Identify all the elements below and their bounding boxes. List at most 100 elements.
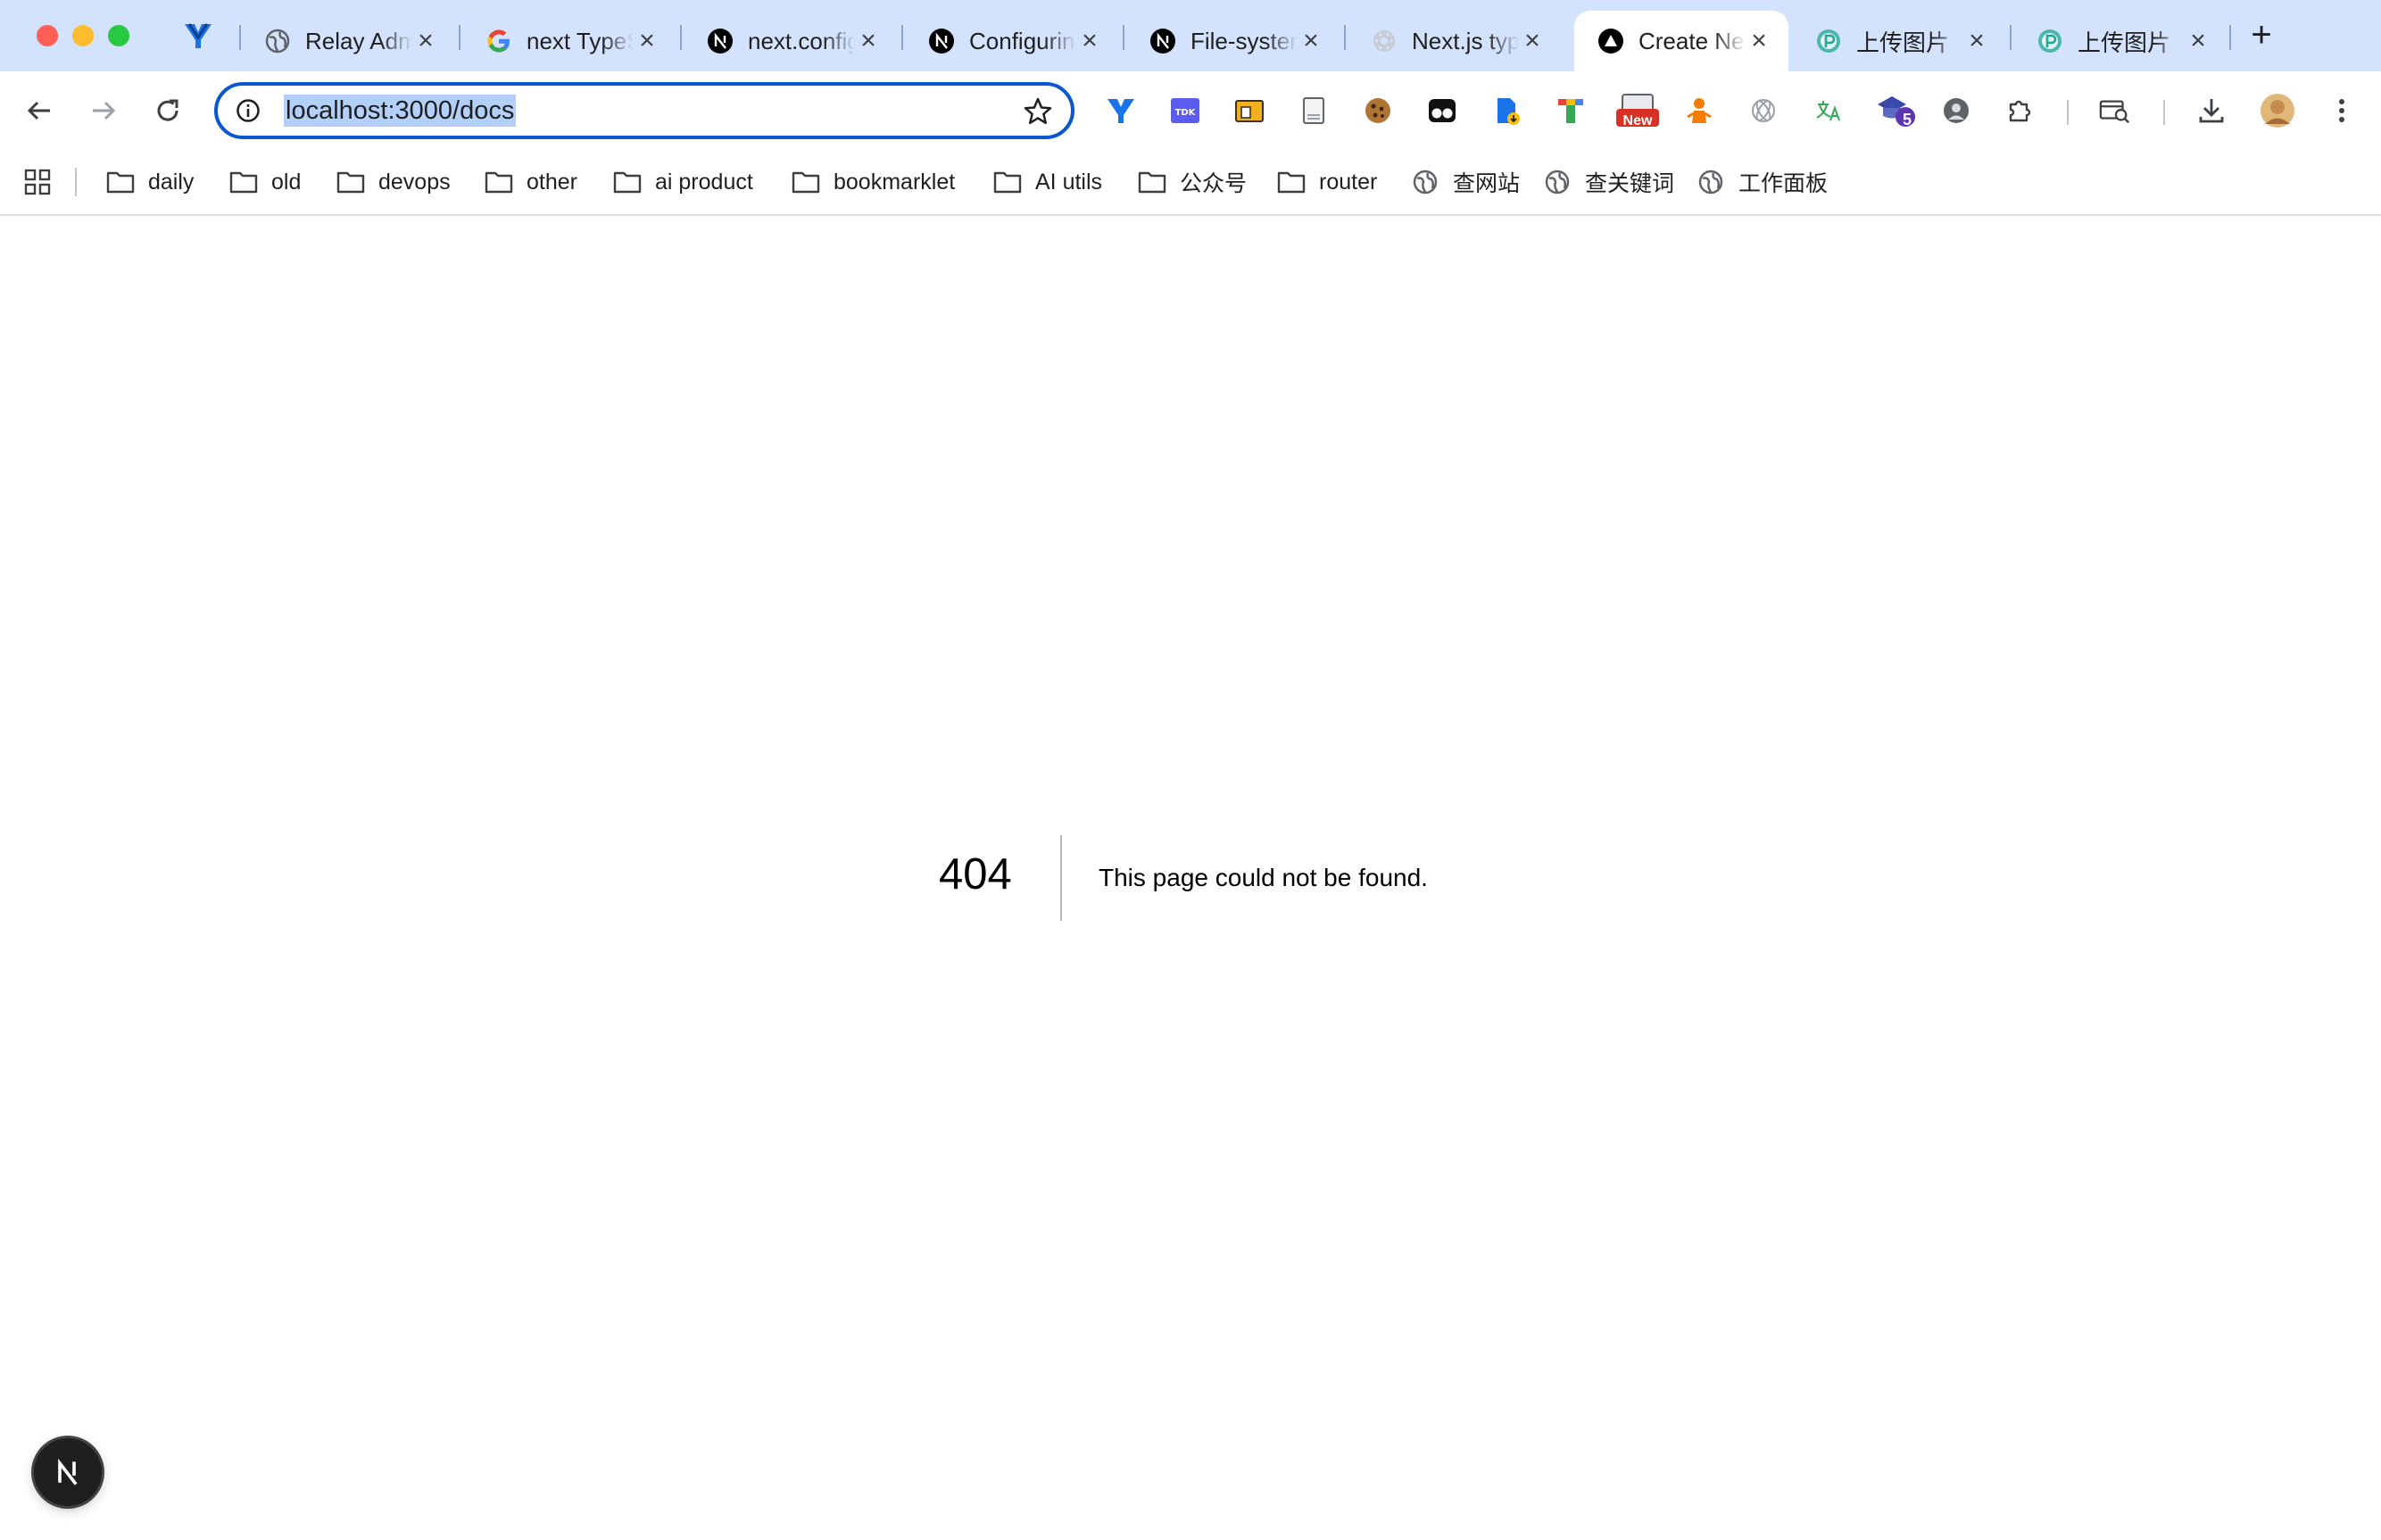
bookmark-folder[interactable]: ai product	[612, 164, 753, 200]
bookmark-label: ai product	[655, 169, 753, 195]
bookmark-folder[interactable]: 公众号	[1137, 164, 1247, 200]
apps-grid-icon[interactable]	[23, 168, 52, 196]
close-icon[interactable]: ×	[1746, 26, 1772, 55]
folder-ext-icon[interactable]	[1233, 95, 1265, 127]
address-bar[interactable]: localhost:3000/docs	[214, 82, 1074, 139]
close-window-button[interactable]	[37, 25, 58, 46]
bookmark-folder[interactable]: bookmarklet	[791, 164, 955, 200]
close-icon[interactable]: ×	[2185, 26, 2211, 55]
more-menu-icon[interactable]	[2326, 95, 2358, 127]
globe-icon	[1410, 167, 1440, 197]
tab[interactable]: Configuring ×	[905, 11, 1119, 71]
tab-title: Next.js types	[1412, 27, 1519, 54]
new-tab-button[interactable]: +	[2244, 17, 2279, 54]
new-badge-label: New	[1622, 113, 1653, 128]
error-divider	[1060, 835, 1062, 921]
tab[interactable]: next TypeScript ×	[462, 11, 676, 71]
tab-separator	[459, 25, 460, 50]
graduation-ext-icon[interactable]: 5	[1876, 95, 1917, 128]
maximize-window-button[interactable]	[108, 25, 129, 46]
folder-icon	[484, 167, 514, 197]
translate-ext-icon[interactable]	[1812, 95, 1844, 127]
tab[interactable]: 上传图片 ×	[1792, 11, 2006, 71]
bookmark-folder[interactable]: other	[484, 164, 577, 200]
y-logo-icon	[185, 23, 212, 48]
profile-avatar[interactable]	[2260, 93, 2295, 128]
minimize-window-button[interactable]	[72, 25, 94, 46]
nextjs-dev-indicator[interactable]	[34, 1438, 102, 1506]
bookmark-link[interactable]: 工作面板	[1696, 164, 1828, 200]
bookmark-link[interactable]: 查关键词	[1542, 164, 1674, 200]
tab-title: next.config	[748, 27, 855, 54]
tab-active[interactable]: Create Next ×	[1574, 11, 1788, 71]
svg-text:TDK: TDK	[1175, 108, 1197, 118]
vercel-icon	[1597, 28, 1624, 54]
bookmark-folder[interactable]: old	[228, 164, 301, 200]
tab[interactable]: Next.js types ×	[1348, 11, 1562, 71]
glasses-ext-icon[interactable]	[1426, 95, 1458, 127]
close-icon[interactable]: ×	[855, 26, 882, 55]
puppet-ext-icon[interactable]	[1683, 95, 1715, 127]
tab-title: 上传图片	[2078, 29, 2171, 56]
info-icon[interactable]	[236, 98, 261, 123]
tab[interactable]: File-system ×	[1126, 11, 1340, 71]
arrow-left-icon	[27, 101, 50, 120]
openai-icon	[1371, 28, 1398, 54]
globe-icon	[264, 28, 291, 54]
close-icon[interactable]: ×	[1298, 26, 1324, 55]
tab-title: Relay Admin	[305, 27, 412, 54]
avatar-ext-icon[interactable]	[1940, 95, 1972, 127]
bookmarks-separator	[75, 168, 77, 196]
close-icon[interactable]: ×	[634, 26, 660, 55]
bookmark-star-icon[interactable]	[1023, 96, 1053, 127]
folder-icon	[336, 167, 366, 197]
close-icon[interactable]: ×	[1519, 26, 1546, 55]
pinned-tab[interactable]	[182, 20, 214, 52]
tab[interactable]: 上传图片 ×	[2013, 11, 2228, 71]
toolbar-separator	[2067, 100, 2069, 125]
new-badge-ext-icon[interactable]: New	[1615, 94, 1660, 128]
bookmark-folder[interactable]: daily	[105, 164, 194, 200]
cookie-ext-icon[interactable]	[1362, 95, 1394, 127]
bookmark-label: other	[527, 169, 577, 195]
bookmark-label: devops	[378, 169, 451, 195]
reload-icon	[157, 99, 178, 121]
folder-icon	[791, 167, 821, 197]
tdk-extension-icon[interactable]: TDK	[1169, 95, 1201, 127]
bookmark-folder[interactable]: devops	[336, 164, 451, 200]
close-icon[interactable]: ×	[412, 26, 439, 55]
tab-title: Configuring	[969, 27, 1076, 54]
tab-title: File-system	[1190, 27, 1298, 54]
tab-separator	[1344, 25, 1346, 50]
extensions-puzzle-icon[interactable]	[2004, 95, 2037, 127]
arrow-right-icon	[93, 101, 116, 120]
toolbar: localhost:3000/docs TDK New 5	[0, 71, 2381, 152]
tab[interactable]: Relay Admin ×	[241, 11, 455, 71]
download-icon[interactable]	[2195, 95, 2228, 127]
nextjs-icon	[1149, 28, 1176, 54]
close-icon[interactable]: ×	[1963, 26, 1990, 55]
back-button[interactable]	[20, 91, 59, 130]
t-ext-icon[interactable]	[1555, 95, 1587, 127]
bookmark-label: 查网站	[1453, 171, 1521, 196]
pdf-ext-icon[interactable]	[1490, 95, 1522, 127]
reload-button[interactable]	[148, 91, 187, 130]
tab-title: Create Next	[1638, 27, 1746, 54]
forward-button[interactable]	[84, 91, 123, 130]
upload-p-icon	[2037, 28, 2063, 54]
openai-ext-icon[interactable]	[1747, 95, 1780, 127]
url-text[interactable]: localhost:3000/docs	[284, 95, 517, 127]
bookmark-folder[interactable]: router	[1276, 164, 1377, 200]
error-message: This page could not be found.	[1099, 864, 1428, 891]
bookmark-link[interactable]: 查网站	[1410, 164, 1520, 200]
globe-icon	[1696, 167, 1726, 197]
document-ext-icon[interactable]	[1298, 95, 1330, 127]
bookmarks-bar: daily old devops other ai product bookma…	[0, 152, 2381, 216]
y-extension-icon[interactable]	[1105, 95, 1137, 127]
close-icon[interactable]: ×	[1076, 26, 1103, 55]
folder-icon	[612, 167, 643, 197]
bookmark-folder[interactable]: AI utils	[992, 164, 1102, 200]
tab[interactable]: next.config ×	[684, 11, 898, 71]
reading-mode-icon[interactable]	[2099, 95, 2131, 127]
bookmark-label: AI utils	[1035, 169, 1103, 195]
